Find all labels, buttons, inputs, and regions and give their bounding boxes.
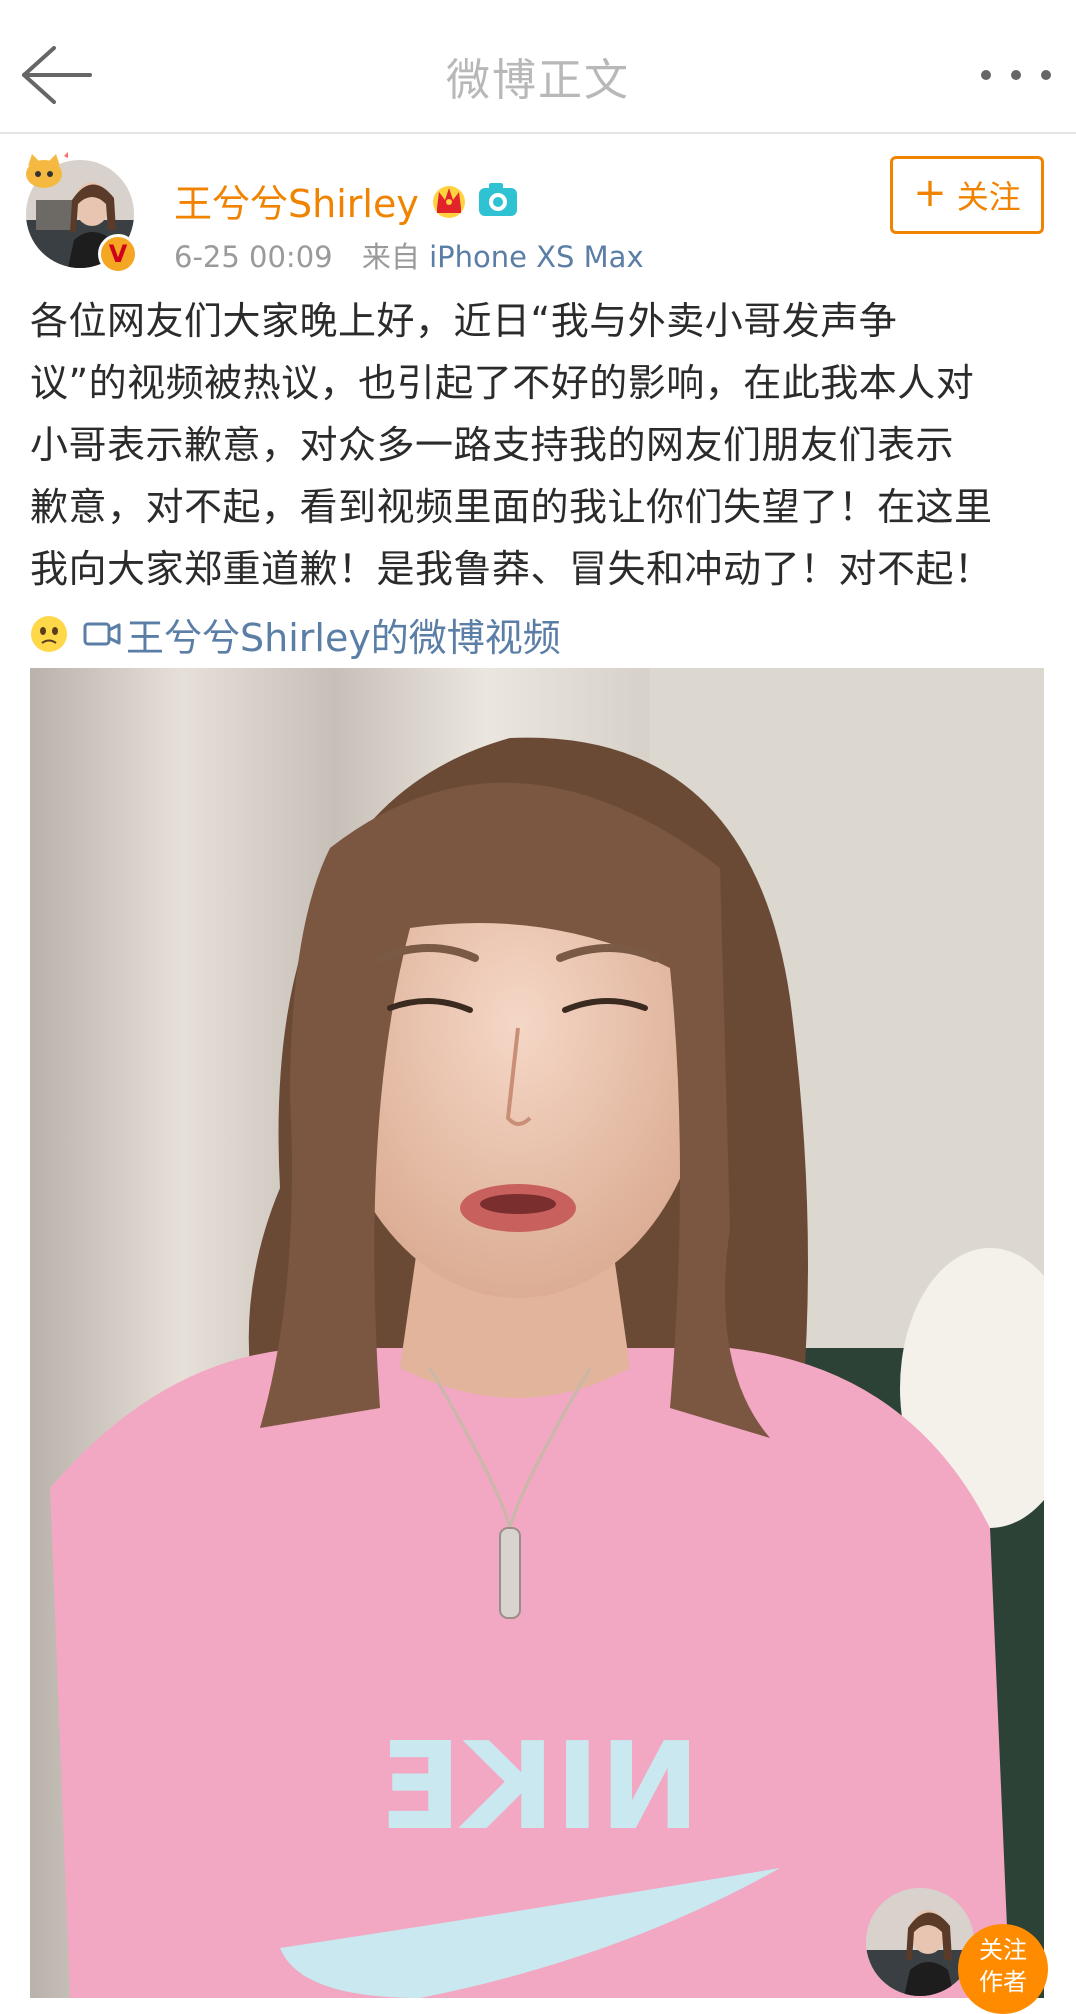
top-nav-bar: 微博正文 xyxy=(0,0,1076,134)
follow-label: 关注 xyxy=(956,178,1021,216)
floating-follow-author: 关注 作者 xyxy=(866,1888,1062,2014)
more-button[interactable] xyxy=(976,50,1056,100)
camera-icon xyxy=(478,183,517,216)
follow-author-line1: 关注 xyxy=(979,1936,1027,1964)
post-text: 各位网友们大家晚上好，近日“我与外卖小哥发声争 议”的视频被热议，也引起了不好的… xyxy=(30,290,1050,600)
post-time: 6-25 00:09 xyxy=(174,240,333,274)
video-player[interactable]: NIKE xyxy=(30,668,1044,1998)
follow-author-line2: 作者 xyxy=(979,1968,1027,1996)
more-dots-icon xyxy=(981,70,1051,80)
post-line: 我向大家郑重道歉！是我鲁莽、冒失和冲动了！对不起！ xyxy=(30,547,993,591)
post-line: 议”的视频被热议，也引起了不好的影响，在此我本人对 xyxy=(30,361,975,405)
video-link-row: 王兮兮Shirley的微博视频 xyxy=(30,604,561,664)
cat-pendant-icon xyxy=(26,152,68,188)
post-line: 小哥表示歉意，对众多一路支持我的网友们朋友们表示 xyxy=(30,423,955,467)
video-icon xyxy=(83,622,121,646)
post-device[interactable]: iPhone XS Max xyxy=(429,240,644,274)
crown-icon xyxy=(432,186,465,218)
page-title: 微博正文 xyxy=(446,55,630,106)
post-meta: 6-25 00:09 来自 iPhone XS Max xyxy=(174,234,644,276)
video-link-label: 王兮兮Shirley的微博视频 xyxy=(126,615,561,660)
sad-emoji-icon xyxy=(31,616,67,652)
author-name-row: 王兮兮Shirley xyxy=(174,172,519,228)
post-author-header: V 王兮兮Shirley 6-25 00:09 来自 iPhone XS Max… xyxy=(0,134,1076,284)
follow-button[interactable]: + 关注 xyxy=(890,156,1044,234)
author-avatar-container[interactable]: V xyxy=(26,152,138,274)
video-frame: NIKE xyxy=(30,668,1044,1998)
plus-icon: + xyxy=(913,170,947,216)
post-line: 各位网友们大家晚上好，近日“我与外卖小哥发声争 xyxy=(30,299,898,343)
video-link[interactable]: 王兮兮Shirley的微博视频 xyxy=(82,607,561,662)
shirt-logo-text: NIKE xyxy=(380,1718,700,1857)
follow-author-button[interactable]: 关注 作者 xyxy=(958,1924,1048,2014)
source-prefix: 来自 xyxy=(361,240,420,274)
post-line: 歉意，对不起，看到视频里面的我让你们失望了！在这里 xyxy=(30,485,993,529)
verified-icon: V xyxy=(98,234,138,274)
author-name[interactable]: 王兮兮Shirley xyxy=(174,173,419,228)
